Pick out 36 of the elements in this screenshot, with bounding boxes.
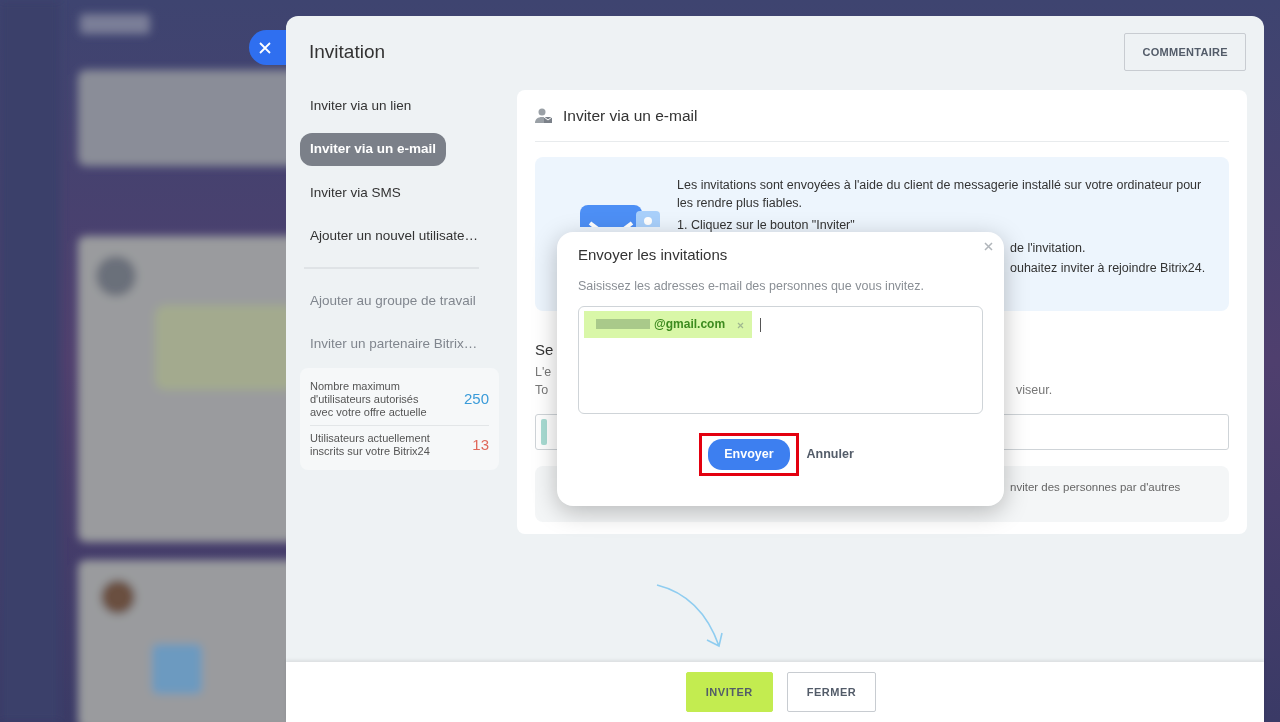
send-button[interactable]: Envoyer	[708, 438, 790, 470]
stat-label: Utilisateurs actuellement inscrits sur votre Bitrix24	[310, 432, 431, 459]
nav-item[interactable]: Inviter via un e-mail	[300, 133, 447, 166]
popup-subtitle: Saisissez les adresses e-mail des personnes que vous invitez.	[578, 278, 925, 295]
close-icon	[259, 41, 271, 54]
close-icon	[737, 321, 745, 329]
nav-item[interactable]: Ajouter un nouvel utilisate…	[300, 219, 489, 252]
stat-value: 13	[472, 436, 489, 455]
stat-label: Nombre maximum d'utilisateurs autorisés avec votre offre actuelle	[310, 379, 428, 420]
tag-chip	[541, 419, 547, 445]
nav-item[interactable]: Ajouter au groupe de travail	[300, 285, 486, 318]
invite-button[interactable]: INVITER	[685, 671, 773, 713]
comment-button[interactable]: COMMENTAIRE	[1124, 32, 1246, 72]
close-button[interactable]: FERMER	[786, 671, 877, 713]
cancel-button[interactable]: Annuler	[802, 440, 858, 468]
info-text: 1. Cliquez sur le bouton "Inviter"	[677, 217, 856, 234]
stat-value: 250	[463, 390, 489, 409]
description-text: To	[535, 382, 549, 399]
info-text: Les invitations sont envoyées à l'aide du client de messagerie installé sur votre ordinateur pour les rendre plus fiables.	[677, 177, 1203, 212]
info-text: de l'invitation.	[1010, 239, 1087, 257]
nav-item[interactable]: Inviter via SMS	[300, 176, 411, 209]
email-field[interactable]: @gmail.com	[578, 305, 983, 414]
note-text: nviter des personnes par d'autres	[1010, 480, 1181, 495]
nav-item[interactable]: Inviter via un lien	[300, 90, 422, 123]
section-heading: Se	[535, 340, 554, 360]
email-text: @gmail.com	[654, 316, 726, 334]
text-cursor	[760, 317, 762, 332]
nav-item[interactable]: Inviter un partenaire Bitrix…	[300, 328, 488, 361]
description-text: L'e	[535, 364, 552, 381]
user-mail-icon	[535, 107, 553, 124]
info-text: ouhaitez inviter à rejoindre Bitrix24.	[1010, 260, 1207, 277]
panel-title: Invitation	[309, 40, 386, 64]
description-text: viseur.	[1016, 382, 1054, 399]
close-icon	[984, 242, 993, 252]
popup-title: Envoyer les invitations	[578, 246, 729, 264]
section-title: Inviter via un e-mail	[563, 105, 698, 126]
